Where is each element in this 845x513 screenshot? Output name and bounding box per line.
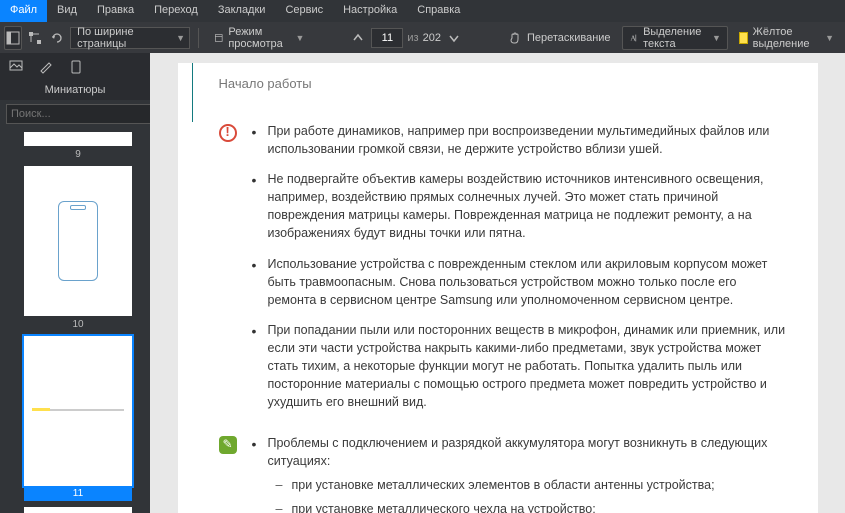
list-item-text: Проблемы с подключением и разрядкой акку… (268, 436, 768, 468)
highlight-color-swatch (739, 32, 748, 44)
sidebar-title: Миниатюры (0, 80, 150, 100)
sidebar-toggle-button[interactable] (4, 26, 22, 50)
warning-list: При работе динамиков, например при воспр… (252, 122, 788, 424)
thumbnail-item-selected[interactable]: 11 (6, 336, 150, 501)
sub-list: при установке металлических элементов в … (268, 476, 788, 513)
view-mode-icon (214, 31, 224, 45)
rotate-button[interactable] (48, 26, 66, 50)
list-item: При попадании пыли или посторонних вещес… (252, 321, 788, 412)
page-sep-label: из (407, 32, 418, 44)
sidebar: Миниатюры 9 10 (0, 53, 150, 513)
view-mode-label: Режим просмотра (228, 26, 290, 50)
thumbnail-item[interactable] (6, 507, 150, 513)
select-text-label: Выделение текста (643, 26, 707, 50)
zoom-mode-label: По ширине страницы (77, 26, 170, 50)
view-mode-select[interactable]: Режим просмотра ▼ (207, 26, 312, 50)
chevron-down-icon: ▼ (176, 33, 185, 43)
document-viewport[interactable]: Начало работы ! При работе динамиков, на… (150, 53, 845, 513)
page-section-title: Начало работы (192, 63, 788, 122)
menu-goto[interactable]: Переход (144, 0, 208, 22)
highlight-tool-button[interactable]: Жёлтое выделение ▼ (732, 26, 841, 50)
menu-view[interactable]: Вид (47, 0, 87, 22)
menu-file[interactable]: Файл (0, 0, 47, 22)
list-item: Не подвергайте объектив камеры воздейств… (252, 170, 788, 243)
chevron-down-icon: ▼ (295, 33, 304, 43)
list-item: При работе динамиков, например при воспр… (252, 122, 788, 158)
note-list: Проблемы с подключением и разрядкой акку… (252, 434, 788, 513)
snapshot-button[interactable] (26, 26, 44, 50)
menu-help[interactable]: Справка (407, 0, 470, 22)
thumbnail-item[interactable]: 9 (6, 132, 150, 160)
sidebar-tabs (0, 53, 150, 80)
note-icon: ✎ (219, 436, 237, 454)
menu-bookmarks[interactable]: Закладки (208, 0, 276, 22)
thumbnails-tab[interactable] (6, 57, 26, 77)
sub-list-item: при установке металлического чехла на ус… (268, 500, 788, 513)
chevron-down-icon: ▼ (712, 33, 721, 43)
svg-text:A: A (630, 33, 636, 42)
zoom-mode-select[interactable]: По ширине страницы ▼ (70, 27, 190, 49)
text-select-icon: A (629, 31, 639, 45)
chevron-down-icon: ▼ (825, 33, 834, 43)
annotations-tab[interactable] (36, 57, 56, 77)
thumbnail-number: 9 (6, 146, 150, 160)
list-item: Использование устройства с поврежденным … (252, 255, 788, 309)
prev-page-button[interactable] (349, 26, 367, 50)
list-item: Проблемы с подключением и разрядкой акку… (252, 434, 788, 513)
hand-icon (508, 31, 522, 45)
next-page-button[interactable] (445, 26, 463, 50)
highlight-label: Жёлтое выделение (753, 26, 820, 50)
drag-tool-button[interactable]: Перетаскивание (501, 26, 618, 50)
document-page: Начало работы ! При работе динамиков, на… (178, 63, 818, 513)
page-total-label: 202 (423, 32, 441, 44)
sub-list-item: при установке металлических элементов в … (268, 476, 788, 494)
menu-settings[interactable]: Настройка (333, 0, 407, 22)
thumbnail-number: 10 (6, 316, 150, 330)
sidebar-search-input[interactable] (6, 104, 158, 124)
menu-edit[interactable]: Правка (87, 0, 144, 22)
menubar: Файл Вид Правка Переход Закладки Сервис … (0, 0, 845, 22)
thumbnail-list[interactable]: 9 10 11 (0, 128, 150, 513)
select-text-tool-button[interactable]: A Выделение текста ▼ (622, 26, 728, 50)
thumbnail-item[interactable]: 10 (6, 166, 150, 330)
thumbnail-number: 11 (24, 486, 132, 501)
menu-service[interactable]: Сервис (275, 0, 333, 22)
alert-icon: ! (219, 124, 237, 142)
toolbar: По ширине страницы ▼ Режим просмотра ▼ и… (0, 22, 845, 53)
page-number-input[interactable] (371, 28, 403, 48)
bookmarks-tab[interactable] (66, 57, 86, 77)
drag-tool-label: Перетаскивание (527, 32, 611, 44)
